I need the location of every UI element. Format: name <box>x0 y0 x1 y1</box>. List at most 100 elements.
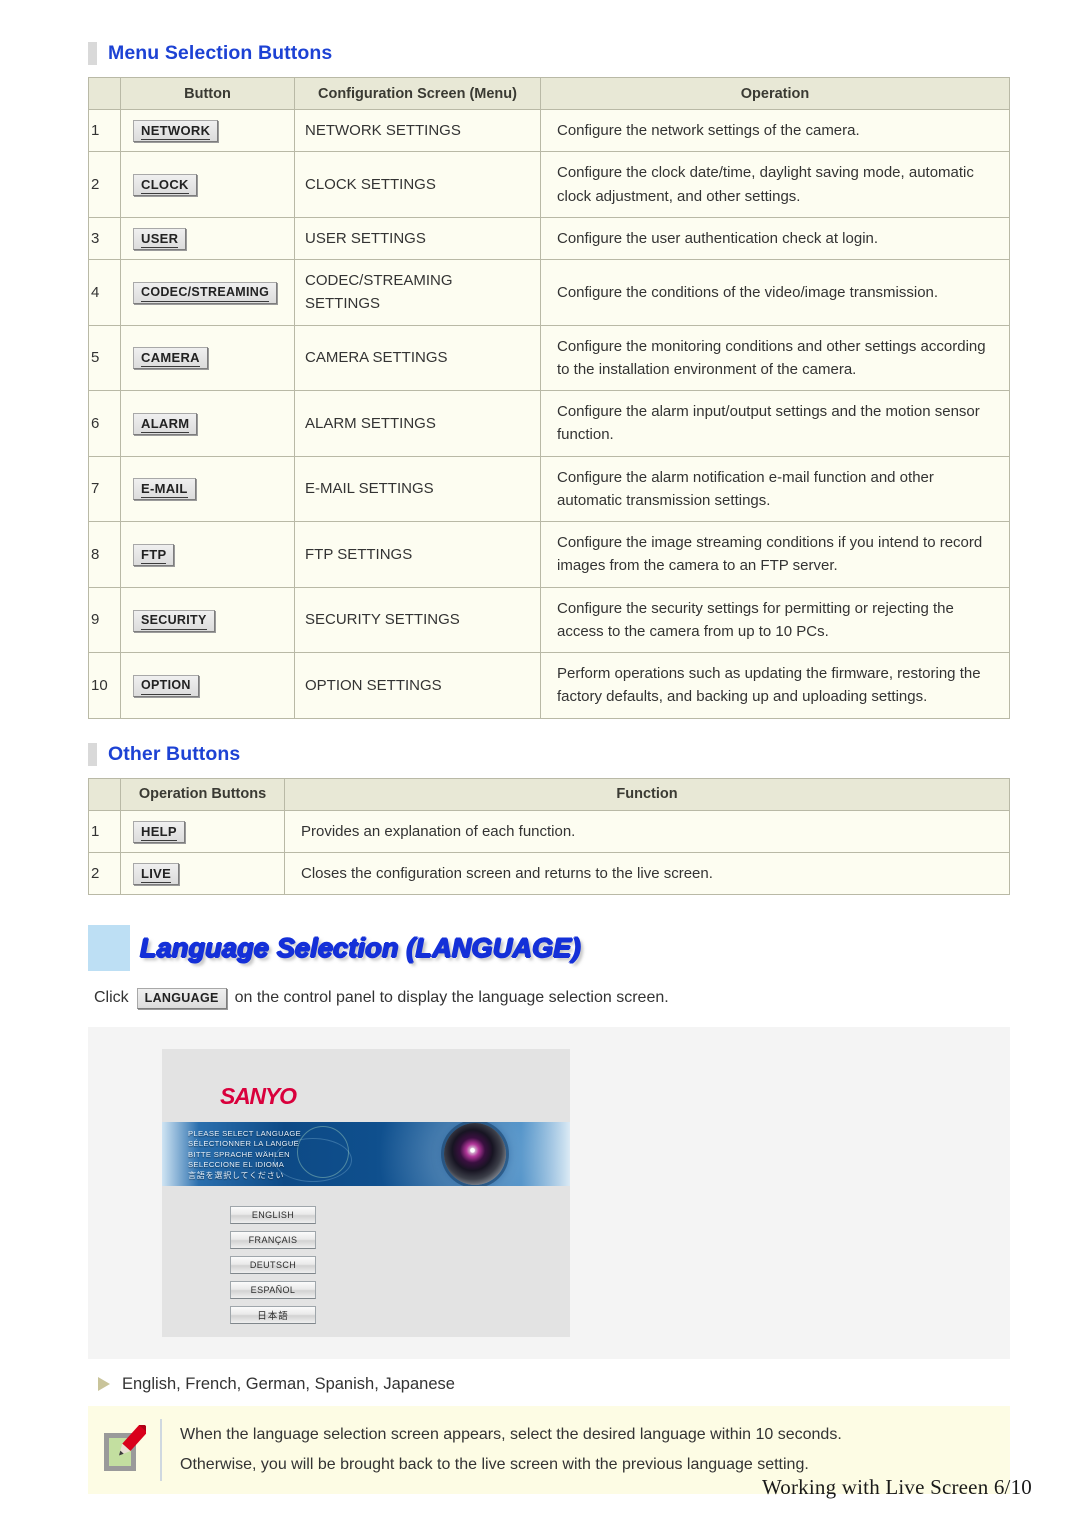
other-buttons-title: Other Buttons <box>108 742 241 765</box>
row-operation: Configure the clock date/time, daylight … <box>540 151 1010 218</box>
user-button[interactable]: USER <box>133 227 187 250</box>
language-option-espanol[interactable]: ESPAÑOL <box>230 1280 316 1299</box>
col-button: Button <box>120 77 295 110</box>
table-row: 4 CODEC/STREAMING CODEC/STREAMING SETTIN… <box>88 259 1010 326</box>
row-screen: CLOCK SETTINGS <box>294 151 541 218</box>
row-index: 7 <box>88 455 121 522</box>
note-line-2: Otherwise, you will be brought back to t… <box>180 1455 809 1473</box>
row-button-cell: HELP <box>120 809 285 853</box>
language-section-title: Language Selection (LANGUAGE) <box>140 932 581 963</box>
table-row: 10 OPTION OPTION SETTINGS Perform operat… <box>88 652 1010 719</box>
row-function: Provides an explanation of each function… <box>284 809 1010 853</box>
option-button[interactable]: OPTION <box>133 675 199 698</box>
document-page: Menu Selection Buttons Button Configurat… <box>0 0 1080 1528</box>
language-screen-screenshot: SANYO PLEASE SELECT LANGUAGE SÉLECTIONNE… <box>88 1026 1010 1359</box>
row-index: 5 <box>88 324 121 391</box>
table-row: 8 FTP FTP SETTINGS Configure the image s… <box>88 521 1010 588</box>
table-row: 7 E-MAIL E-MAIL SETTINGS Configure the a… <box>88 455 1010 522</box>
help-button[interactable]: HELP <box>133 820 185 843</box>
language-option-japanese[interactable]: 日本語 <box>230 1305 316 1324</box>
table-row: 5 CAMERA CAMERA SETTINGS Configure the m… <box>88 324 1010 391</box>
language-prompt-strip: PLEASE SELECT LANGUAGE SÉLECTIONNER LA L… <box>162 1121 570 1186</box>
content-wrapper: Menu Selection Buttons Button Configurat… <box>88 42 1018 1494</box>
language-option-francais[interactable]: FRANÇAIS <box>230 1230 316 1249</box>
row-operation: Configure the conditions of the video/im… <box>540 259 1010 326</box>
row-screen: CAMERA SETTINGS <box>294 324 541 391</box>
table-row: 1 HELP Provides an explanation of each f… <box>88 809 1010 853</box>
click-instruction: Click LANGUAGE on the control panel to d… <box>88 988 1018 1009</box>
row-screen: E-MAIL SETTINGS <box>294 455 541 522</box>
other-buttons-table: Operation Buttons Function 1 HELP Provid… <box>88 777 1010 896</box>
language-section-banner: Language Selection (LANGUAGE) <box>88 925 1010 971</box>
language-button-list: ENGLISH FRANÇAIS DEUTSCH ESPAÑOL 日本語 <box>230 1205 316 1324</box>
network-button[interactable]: NETWORK <box>133 120 219 143</box>
note-line-1: When the language selection screen appea… <box>180 1426 842 1444</box>
table-row: 3 USER USER SETTINGS Configure the user … <box>88 216 1010 261</box>
codec-streaming-button[interactable]: CODEC/STREAMING <box>133 282 278 305</box>
row-index: 3 <box>88 216 121 261</box>
language-option-english[interactable]: ENGLISH <box>230 1205 316 1224</box>
row-index: 2 <box>88 151 121 218</box>
row-button-cell: CAMERA <box>120 324 295 391</box>
row-index: 10 <box>88 652 121 719</box>
row-operation: Configure the security settings for perm… <box>540 586 1010 653</box>
menu-selection-table: Button Configuration Screen (Menu) Opera… <box>88 77 1010 719</box>
table-row: 1 NETWORK NETWORK SETTINGS Configure the… <box>88 108 1010 153</box>
alarm-button[interactable]: ALARM <box>133 412 198 435</box>
page-title: Menu Selection Buttons <box>108 42 333 64</box>
security-button[interactable]: SECURITY <box>133 609 215 632</box>
email-button[interactable]: E-MAIL <box>133 478 196 501</box>
decorative-ring <box>297 1125 349 1178</box>
other-section-heading: Other Buttons <box>88 742 1018 766</box>
language-list-bullet: English, French, German, Spanish, Japane… <box>88 1375 1018 1394</box>
prompt-line-en: PLEASE SELECT LANGUAGE <box>188 1128 302 1138</box>
prompt-line-es: SELECCIONE EL IDIOMA <box>188 1160 285 1170</box>
banner-accent-block <box>88 925 130 971</box>
camera-button[interactable]: CAMERA <box>133 347 208 370</box>
row-operation: Configure the image streaming conditions… <box>540 521 1010 588</box>
clock-button[interactable]: CLOCK <box>133 173 197 197</box>
pencil-note-icon <box>100 1421 150 1475</box>
col-operation-buttons: Operation Buttons <box>120 777 285 811</box>
note-divider <box>160 1418 162 1481</box>
heading-marker-bar <box>88 742 97 766</box>
language-screen-panel: SANYO PLEASE SELECT LANGUAGE SÉLECTIONNE… <box>162 1048 570 1337</box>
row-button-cell: FTP <box>120 521 295 588</box>
col-index <box>88 777 121 811</box>
row-button-cell: OPTION <box>120 652 295 719</box>
click-prefix: Click <box>94 989 129 1007</box>
click-suffix: on the control panel to display the lang… <box>234 989 669 1007</box>
page-footer: Working with Live Screen 6/10 <box>761 1475 1032 1499</box>
prompt-line-fr: SÉLECTIONNER LA LANGUE <box>188 1139 300 1149</box>
row-screen: USER SETTINGS <box>294 216 541 261</box>
col-operation: Operation <box>540 77 1010 110</box>
live-button[interactable]: LIVE <box>133 862 180 885</box>
row-operation: Configure the alarm notification e-mail … <box>540 455 1010 522</box>
row-function: Closes the configuration screen and retu… <box>284 851 1010 896</box>
menu-section-heading: Menu Selection Buttons <box>88 42 1018 65</box>
language-list-text: English, French, German, Spanish, Japane… <box>122 1374 455 1393</box>
triangle-bullet-icon <box>98 1377 110 1392</box>
table-row: 9 SECURITY SECURITY SETTINGS Configure t… <box>88 586 1010 653</box>
row-screen: OPTION SETTINGS <box>294 652 541 719</box>
row-index: 1 <box>88 809 121 853</box>
col-function: Function <box>284 777 1010 811</box>
row-operation: Configure the network settings of the ca… <box>540 108 1010 153</box>
ftp-button[interactable]: FTP <box>133 543 175 566</box>
row-operation: Configure the user authentication check … <box>540 216 1010 261</box>
row-operation: Configure the alarm input/output setting… <box>540 390 1010 457</box>
row-button-cell: NETWORK <box>120 108 295 153</box>
row-button-cell: CODEC/STREAMING <box>120 259 295 326</box>
prompt-lines: PLEASE SELECT LANGUAGE SÉLECTIONNER LA L… <box>188 1129 301 1182</box>
table-header-row: Operation Buttons Function <box>88 777 1010 811</box>
row-index: 4 <box>88 259 121 326</box>
prompt-line-de: BITTE SPRACHE WÄHLEN <box>188 1149 290 1159</box>
note-text: When the language selection screen appea… <box>180 1420 842 1479</box>
language-button[interactable]: LANGUAGE <box>136 988 227 1009</box>
row-index: 1 <box>88 108 121 153</box>
row-button-cell: ALARM <box>120 390 295 457</box>
table-row: 2 LIVE Closes the configuration screen a… <box>88 851 1010 896</box>
row-screen: ALARM SETTINGS <box>294 390 541 457</box>
heading-marker-bar <box>88 42 97 65</box>
language-option-deutsch[interactable]: DEUTSCH <box>230 1255 316 1274</box>
